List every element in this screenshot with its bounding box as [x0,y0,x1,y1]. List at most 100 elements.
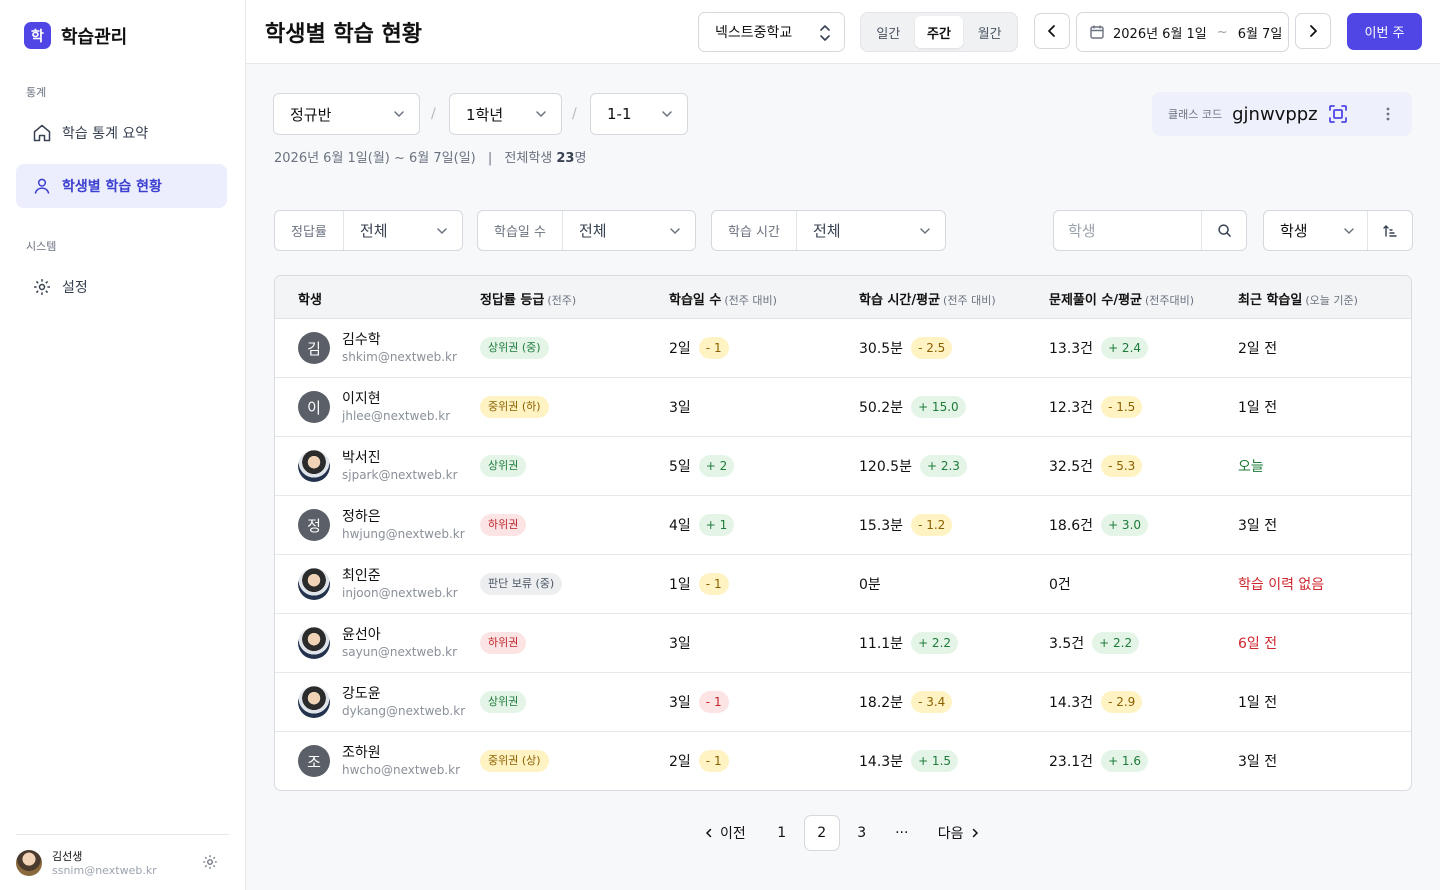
student-name[interactable]: 이지현 [342,390,450,408]
column-header-days[interactable]: 학습일 수 (전주 대비) [669,289,777,308]
accuracy-cell: 상위권 (중) [480,319,549,377]
sidebar-item-settings[interactable]: 설정 [16,265,227,309]
delta-badge: + 2.3 [919,455,967,477]
table-row[interactable]: 윤선아 sayun@nextweb.kr 하위권 3일 11.1분 + 2.2 3.5건 + … [275,614,1411,673]
grade-badge: 하위권 [480,632,527,654]
recent-study-date: 2일 전 [1238,341,1278,357]
delta-badge: - 1 [698,691,729,713]
class-code-card: 클래스 코드 gjnwvppz [1152,92,1412,136]
filter-value: 전체 [359,222,388,240]
sort-direction-button[interactable] [1368,223,1412,239]
table-row[interactable]: 이 이지현 jhlee@nextweb.kr 중위권 (하) 3일 50.2분 + 15.0… [275,378,1411,437]
sidebar-item-student-status[interactable]: 학생별 학습 현황 [16,164,227,208]
user-profile[interactable]: 김선생 ssnim@nextweb.kr [16,834,229,890]
brand[interactable]: 학 학습관리 [24,22,127,49]
recent-cell: 1일 전 [1238,673,1277,731]
grade-badge: 하위권 [480,514,527,536]
gear-icon[interactable] [201,853,219,871]
student-name[interactable]: 강도윤 [342,685,465,703]
chevron-right-icon [972,828,978,837]
search-button[interactable] [1202,223,1246,238]
school-select[interactable]: 넥스트중학교 [698,12,845,52]
top-header: 학생별 학습 현황 넥스트중학교 일간 주간 월간 2026년 6월 1일 ~ … [246,0,1440,64]
more-vertical-icon[interactable] [1380,106,1396,122]
date-end: 6월 7일 [1237,26,1283,42]
column-header-recent[interactable]: 최근 학습일 (오늘 기준) [1238,289,1358,308]
avatar [298,568,330,600]
sort-control: 학생 [1263,210,1413,251]
next-period-button[interactable] [1295,13,1331,49]
student-name[interactable]: 윤선아 [342,626,457,644]
accuracy-cell: 상위권 [480,437,527,495]
student-cell: 박서진 sjpark@nextweb.kr [298,437,458,495]
tab-weekly[interactable]: 주간 [914,16,964,48]
problems-cell: 3.5건 + 2.2 [1049,614,1140,672]
study-time: 15.3분 [859,518,904,534]
student-cell: 조 조하원 hwcho@nextweb.kr [298,732,460,790]
study-time: 30.5분 [859,341,904,357]
column-title: 학생 [298,293,322,308]
page-3[interactable]: 3 [844,815,880,851]
home-icon [33,124,51,142]
problems-cell: 18.6건 + 3.0 [1049,496,1149,554]
class-type-value: 정규반 [290,105,332,124]
brand-name: 학습관리 [61,26,128,48]
delta-badge: + 2 [698,455,735,477]
prev-page-button[interactable]: 이전 [700,815,750,851]
column-header-accuracy[interactable]: 정답률 등급 (전주) [480,289,576,308]
grade-value: 1학년 [466,105,504,124]
accuracy-filter[interactable]: 정답률 전체 [274,210,463,251]
tab-monthly[interactable]: 월간 [965,16,1014,48]
grade-badge: 중위권 (하) [480,396,549,418]
avatar: 이 [298,391,330,423]
summary-total-label: 전체학생 [504,151,553,166]
grade-select[interactable]: 1학년 [449,93,562,135]
page-1[interactable]: 1 [764,815,800,851]
table-row[interactable]: 박서진 sjpark@nextweb.kr 상위권 5일 + 2 120.5분 + 2.3 3… [275,437,1411,496]
grade-badge: 상위권 [480,455,527,477]
class-select[interactable]: 1-1 [590,93,688,135]
tab-daily[interactable]: 일간 [864,16,913,48]
table-row[interactable]: 김 김수학 shkim@nextweb.kr 상위권 (중) 2일 - 1 30.5분 - 2… [275,319,1411,378]
scan-icon[interactable] [1328,104,1348,124]
nav-section-system: 시스템 [26,240,57,253]
chevron-down-icon [1344,228,1354,235]
study-days-filter[interactable]: 학습일 수 전체 [477,210,696,251]
delta-badge: - 1.2 [911,514,953,536]
date-range-picker[interactable]: 2026년 6월 1일 ~ 6월 7일 [1076,12,1289,52]
student-cell: 김 김수학 shkim@nextweb.kr [298,319,457,377]
delta-badge: + 1 [698,514,735,536]
grade-badge: 상위권 (중) [480,337,549,359]
student-name[interactable]: 최인준 [342,567,458,585]
student-name[interactable]: 박서진 [342,449,458,467]
problems-cell: 32.5건 - 5.3 [1049,437,1143,495]
next-page-button[interactable]: 다음 [934,815,984,851]
days-cell: 3일 [669,378,691,436]
sort-field-select[interactable]: 학생 [1264,211,1368,250]
time-cell: 50.2분 + 15.0 [859,378,966,436]
this-week-button[interactable]: 이번 주 [1347,13,1422,50]
next-page-label: 다음 [937,825,964,842]
study-time-filter[interactable]: 학습 시간 전체 [711,210,946,251]
class-type-select[interactable]: 정규반 [273,93,420,135]
table-row[interactable]: 최인준 injoon@nextweb.kr 판단 보류 (중) 1일 - 1 0분 0건 학습… [275,555,1411,614]
table-row[interactable]: 강도윤 dykang@nextweb.kr 상위권 3일 - 1 18.2분 - 3.4 14… [275,673,1411,732]
column-header-time[interactable]: 학습 시간/평균 (전주 대비) [859,289,996,308]
table-row[interactable]: 정 정하은 hwjung@nextweb.kr 하위권 4일 + 1 15.3분 - 1.2 1… [275,496,1411,555]
sidebar-item-stats-summary[interactable]: 학습 통계 요약 [16,111,227,155]
delta-badge: - 5.3 [1101,455,1143,477]
student-name[interactable]: 조하원 [342,744,460,762]
column-subtitle: (전주) [547,294,577,307]
chevron-down-icon [394,111,404,118]
prev-period-button[interactable] [1034,13,1070,49]
search-input[interactable] [1054,211,1202,250]
student-name[interactable]: 정하은 [342,508,465,526]
student-name[interactable]: 김수학 [342,331,457,349]
accuracy-cell: 하위권 [480,496,527,554]
column-header-problems[interactable]: 문제풀이 수/평균 (전주대비) [1049,289,1194,308]
sidebar-item-label: 학습 통계 요약 [62,126,149,142]
problem-count: 18.6건 [1049,518,1094,534]
column-header-student[interactable]: 학생 [298,289,322,308]
table-row[interactable]: 조 조하원 hwcho@nextweb.kr 중위권 (상) 2일 - 1 14.3분 + 1… [275,732,1411,790]
page-2[interactable]: 2 [803,814,840,851]
